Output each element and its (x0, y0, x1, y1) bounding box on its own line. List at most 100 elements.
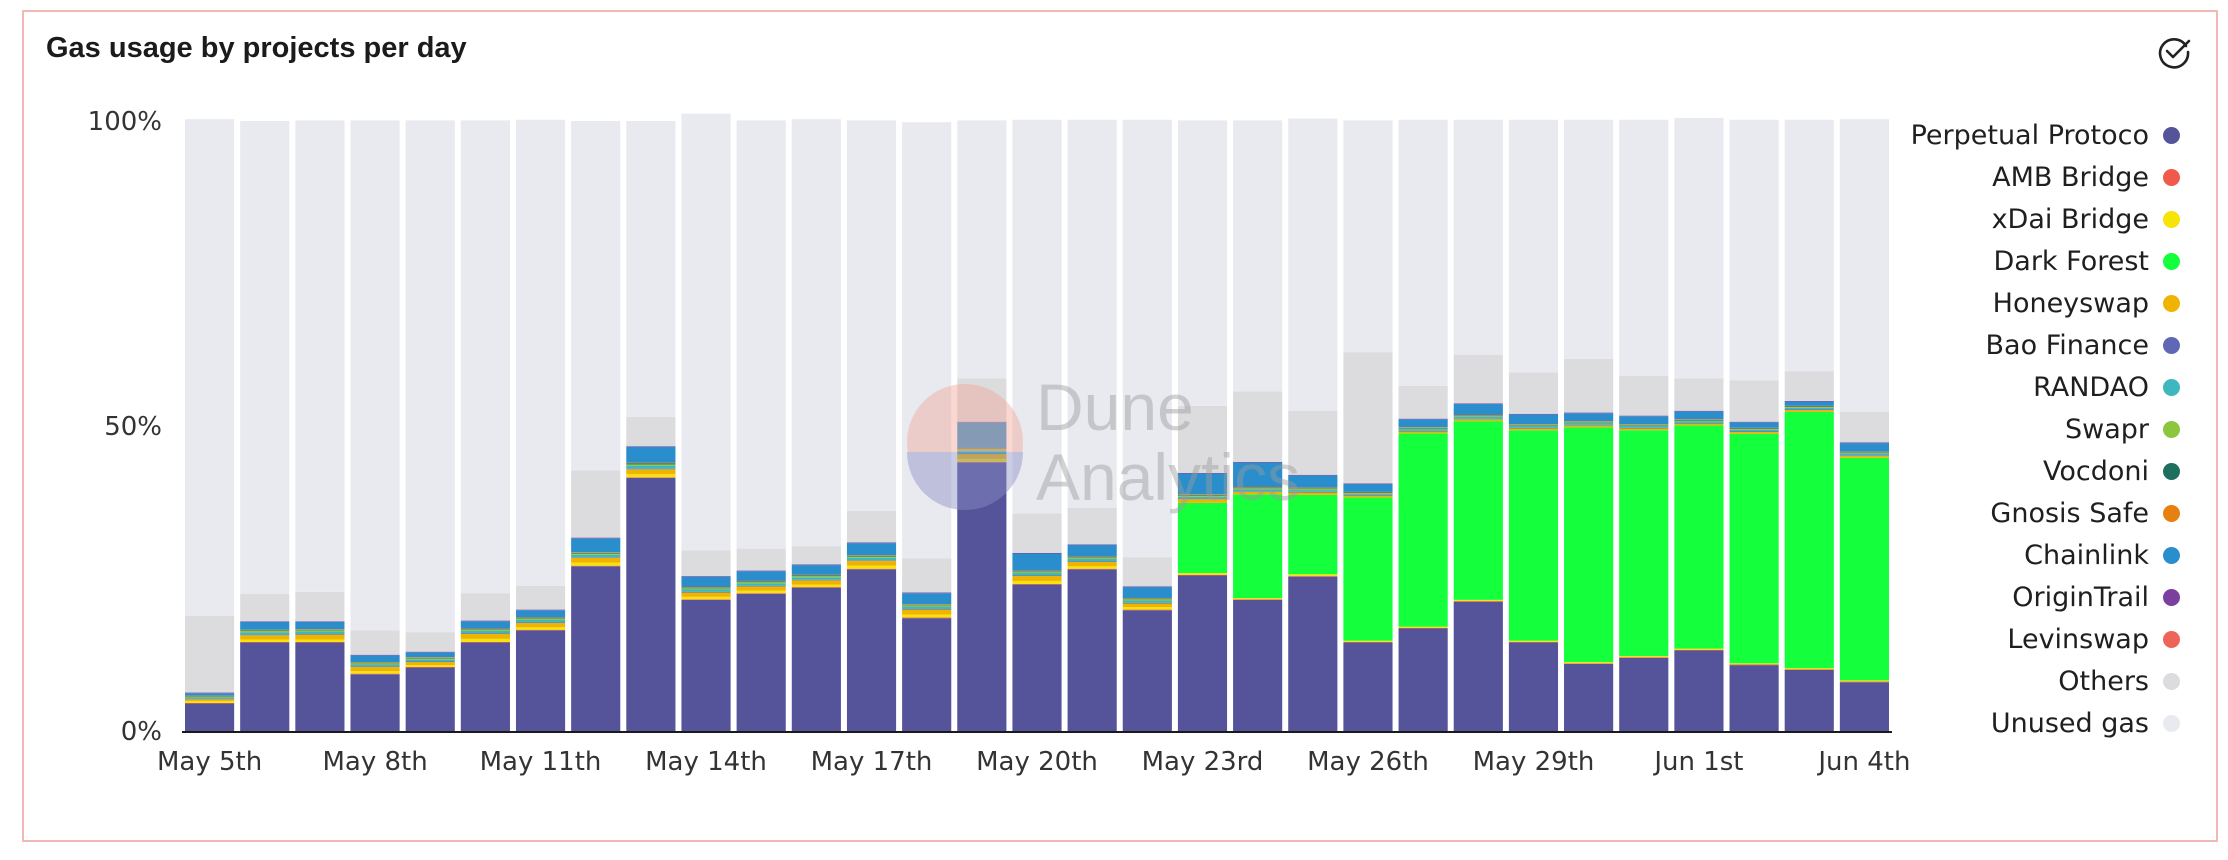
bar-segment[interactable] (1784, 119, 1834, 372)
bar-segment[interactable] (185, 696, 235, 698)
bar-segment[interactable] (736, 570, 786, 572)
bar-segment[interactable] (515, 618, 566, 619)
bar-segment[interactable] (1067, 544, 1117, 557)
bar-segment[interactable] (460, 120, 510, 594)
bar-segment[interactable] (1177, 574, 1228, 576)
bar-segment[interactable] (1674, 117, 1724, 379)
bar-segment[interactable] (1288, 118, 1338, 411)
bar-segment[interactable] (1067, 562, 1117, 567)
bar-segment[interactable] (1784, 371, 1834, 401)
bar-segment[interactable] (736, 583, 786, 586)
bar-segment[interactable] (1619, 375, 1669, 416)
bar-segment[interactable] (405, 659, 455, 662)
bar-segment[interactable] (515, 119, 566, 586)
bar-segment[interactable] (1508, 426, 1559, 428)
bar-segment[interactable] (1233, 120, 1283, 392)
bar-segment[interactable] (1453, 416, 1503, 419)
bar-segment[interactable] (846, 560, 897, 566)
bar-segment[interactable] (1508, 413, 1559, 415)
bar-segment[interactable] (1233, 599, 1283, 731)
bar-segment[interactable] (1784, 410, 1834, 412)
bar-segment[interactable] (902, 604, 952, 605)
bar-segment[interactable] (791, 580, 841, 585)
bar-segment[interactable] (1343, 493, 1393, 495)
bar-segment[interactable] (1012, 513, 1062, 553)
legend-item[interactable]: Dark Forest (1880, 240, 2180, 282)
bar-segment[interactable] (1619, 655, 1669, 658)
bar-segment[interactable] (1564, 425, 1614, 428)
bar-segment[interactable] (1619, 428, 1669, 431)
bar-segment[interactable] (1122, 609, 1172, 611)
bar-segment[interactable] (736, 120, 786, 549)
bar-segment[interactable] (681, 599, 731, 600)
bar-segment[interactable] (240, 639, 290, 642)
legend-item[interactable]: xDai Bridge (1880, 198, 2180, 240)
bar-segment[interactable] (1508, 642, 1559, 731)
bar-segment[interactable] (846, 555, 897, 556)
bar-segment[interactable] (571, 538, 621, 553)
bar-segment[interactable] (626, 469, 676, 475)
bar-segment[interactable] (1343, 352, 1393, 484)
bar-segment[interactable] (1508, 641, 1559, 643)
bar-segment[interactable] (1453, 601, 1503, 731)
bar-segment[interactable] (1343, 120, 1393, 353)
bar-segment[interactable] (240, 641, 290, 643)
bar-segment[interactable] (1619, 119, 1669, 376)
bar-segment[interactable] (240, 635, 290, 640)
bar-segment[interactable] (1288, 576, 1338, 731)
bar-segment[interactable] (1398, 430, 1448, 432)
bar-segment[interactable] (1508, 424, 1559, 425)
bar-segment[interactable] (1508, 427, 1559, 429)
bar-segment[interactable] (1564, 358, 1614, 413)
bar-segment[interactable] (902, 604, 952, 606)
bar-segment[interactable] (902, 614, 952, 618)
bar-segment[interactable] (1674, 410, 1724, 412)
bar-segment[interactable] (1619, 425, 1669, 426)
bar-segment[interactable] (1012, 583, 1062, 585)
bar-segment[interactable] (185, 698, 235, 700)
bar-segment[interactable] (515, 623, 566, 628)
bar-segment[interactable] (240, 593, 290, 622)
bar-segment[interactable] (571, 470, 621, 538)
bar-segment[interactable] (736, 580, 786, 582)
bar-segment[interactable] (1619, 427, 1669, 429)
bar-segment[interactable] (1508, 425, 1559, 426)
bar-segment[interactable] (1453, 418, 1503, 420)
bar-segment[interactable] (460, 628, 510, 630)
bar-segment[interactable] (1012, 584, 1062, 731)
legend-item[interactable]: Vocdoni (1880, 450, 2180, 492)
bar-segment[interactable] (1343, 642, 1393, 731)
bar-segment[interactable] (1564, 422, 1614, 423)
bar-segment[interactable] (1619, 657, 1669, 731)
bar-segment[interactable] (626, 416, 676, 447)
bar-segment[interactable] (1564, 413, 1614, 422)
bar-segment[interactable] (1674, 425, 1724, 649)
bar-segment[interactable] (460, 629, 510, 630)
bar-segment[interactable] (405, 632, 455, 652)
bar-segment[interactable] (1564, 412, 1614, 414)
bar-segment[interactable] (1784, 409, 1834, 411)
bar-segment[interactable] (681, 592, 731, 597)
bar-segment[interactable] (626, 462, 676, 464)
bar-segment[interactable] (350, 666, 400, 667)
bar-segment[interactable] (1343, 495, 1393, 498)
bar-segment[interactable] (460, 638, 510, 642)
bar-segment[interactable] (1398, 431, 1448, 434)
bar-segment[interactable] (1343, 494, 1393, 496)
bar-segment[interactable] (515, 627, 566, 630)
bar-segment[interactable] (1122, 610, 1172, 731)
bar-segment[interactable] (791, 575, 841, 577)
legend-item[interactable]: RANDAO (1880, 366, 2180, 408)
bar-segment[interactable] (460, 641, 510, 643)
bar-segment[interactable] (1729, 433, 1779, 664)
legend-item[interactable]: Perpetual Protoco (1880, 114, 2180, 156)
bar-segment[interactable] (571, 557, 621, 563)
bar-segment[interactable] (571, 554, 621, 558)
bar-segment[interactable] (681, 596, 731, 600)
bar-segment[interactable] (681, 591, 731, 593)
bar-segment[interactable] (515, 630, 566, 731)
bar-segment[interactable] (1564, 422, 1614, 425)
bar-segment[interactable] (1012, 570, 1062, 572)
bar-segment[interactable] (681, 589, 731, 592)
bar-segment[interactable] (1564, 427, 1614, 663)
